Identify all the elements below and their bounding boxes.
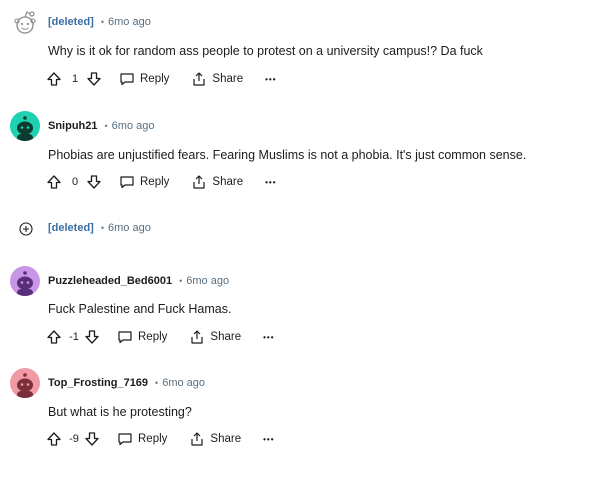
share-button[interactable]: Share bbox=[189, 329, 241, 345]
comment-author[interactable]: [deleted] bbox=[48, 16, 94, 28]
share-icon bbox=[191, 432, 204, 446]
comment-meta: [deleted] • 6mo ago bbox=[48, 222, 151, 234]
reply-button[interactable]: Reply bbox=[119, 71, 169, 87]
comment-meta: [deleted] • 6mo ago bbox=[48, 16, 151, 28]
more-options-button[interactable]: ••• bbox=[265, 75, 276, 84]
share-button[interactable]: Share bbox=[191, 174, 243, 190]
comment-author[interactable]: [deleted] bbox=[48, 222, 94, 234]
expand-thread-button[interactable] bbox=[19, 222, 33, 236]
snoo-avatar-icon bbox=[17, 271, 33, 296]
share-button[interactable]: Share bbox=[189, 431, 241, 447]
snoo-avatar-icon bbox=[17, 116, 33, 141]
reply-button[interactable]: Reply bbox=[117, 431, 167, 447]
comment-body: Why is it ok for random ass people to pr… bbox=[48, 44, 483, 58]
meta-separator: • bbox=[179, 276, 183, 286]
comment-actions: 0 Reply Share ••• bbox=[46, 172, 277, 192]
comment-body: Fuck Palestine and Fuck Hamas. bbox=[48, 302, 232, 316]
reply-bubble-icon bbox=[120, 176, 134, 189]
reply-label: Reply bbox=[140, 73, 170, 85]
meta-separator: • bbox=[155, 378, 159, 388]
vote-group: 0 bbox=[46, 174, 102, 190]
vote-group: -9 bbox=[46, 431, 100, 447]
more-options-button[interactable]: ••• bbox=[265, 178, 276, 187]
comment-actions: -9 Reply Share ••• bbox=[46, 429, 275, 449]
vote-score: -9 bbox=[69, 433, 79, 445]
vote-score: -1 bbox=[69, 331, 79, 343]
snoo-outline-icon bbox=[14, 11, 36, 34]
user-avatar[interactable] bbox=[10, 368, 40, 398]
share-icon bbox=[191, 330, 204, 344]
share-label: Share bbox=[210, 433, 242, 445]
upvote-icon[interactable] bbox=[46, 71, 62, 87]
upvote-icon[interactable] bbox=[46, 174, 62, 190]
comment-author[interactable]: Top_Frosting_7169 bbox=[48, 377, 148, 389]
vote-score: 0 bbox=[71, 176, 79, 188]
share-label: Share bbox=[210, 331, 242, 343]
reply-button[interactable]: Reply bbox=[117, 329, 167, 345]
meta-separator: • bbox=[100, 223, 104, 233]
downvote-icon[interactable] bbox=[84, 431, 100, 447]
upvote-icon[interactable] bbox=[46, 431, 62, 447]
comment-meta: Snipuh21 • 6mo ago bbox=[48, 120, 154, 132]
reply-button[interactable]: Reply bbox=[119, 174, 169, 190]
vote-score: 1 bbox=[71, 73, 79, 85]
share-label: Share bbox=[212, 176, 244, 188]
share-icon bbox=[193, 72, 206, 86]
comment-author[interactable]: Snipuh21 bbox=[48, 120, 98, 132]
comment-meta: Top_Frosting_7169 • 6mo ago bbox=[48, 377, 205, 389]
comment-timestamp[interactable]: 6mo ago bbox=[162, 377, 205, 389]
comment-author[interactable]: Puzzleheaded_Bed6001 bbox=[48, 275, 172, 287]
collapsed-comment: [deleted] • 6mo ago bbox=[0, 219, 601, 239]
meta-separator: • bbox=[104, 121, 108, 131]
upvote-icon[interactable] bbox=[46, 329, 62, 345]
more-options-button[interactable]: ••• bbox=[263, 333, 274, 342]
downvote-icon[interactable] bbox=[84, 329, 100, 345]
downvote-icon[interactable] bbox=[86, 174, 102, 190]
comment-timestamp[interactable]: 6mo ago bbox=[108, 16, 151, 28]
vote-group: -1 bbox=[46, 329, 100, 345]
share-button[interactable]: Share bbox=[191, 71, 243, 87]
comment-actions: 1 Reply Share ••• bbox=[46, 69, 277, 89]
reply-bubble-icon bbox=[118, 433, 132, 446]
reply-label: Reply bbox=[138, 331, 168, 343]
deleted-user-avatar[interactable] bbox=[10, 8, 40, 38]
comment-timestamp[interactable]: 6mo ago bbox=[186, 275, 229, 287]
reply-label: Reply bbox=[138, 433, 168, 445]
plus-circle-icon bbox=[19, 222, 33, 236]
more-options-button[interactable]: ••• bbox=[263, 435, 274, 444]
comment-timestamp[interactable]: 6mo ago bbox=[112, 120, 155, 132]
comment-body: But what is he protesting? bbox=[48, 405, 192, 419]
reply-label: Reply bbox=[140, 176, 170, 188]
share-label: Share bbox=[212, 73, 244, 85]
comment-actions: -1 Reply Share ••• bbox=[46, 327, 275, 347]
share-icon bbox=[193, 175, 206, 189]
reply-bubble-icon bbox=[118, 331, 132, 344]
comment-meta: Puzzleheaded_Bed6001 • 6mo ago bbox=[48, 275, 229, 287]
vote-group: 1 bbox=[46, 71, 102, 87]
user-avatar[interactable] bbox=[10, 266, 40, 296]
meta-separator: • bbox=[100, 17, 104, 27]
user-avatar[interactable] bbox=[10, 111, 40, 141]
snoo-avatar-icon bbox=[17, 373, 33, 398]
comment-timestamp[interactable]: 6mo ago bbox=[108, 222, 151, 234]
downvote-icon[interactable] bbox=[86, 71, 102, 87]
reply-bubble-icon bbox=[120, 73, 134, 86]
comment-body: Phobias are unjustified fears. Fearing M… bbox=[48, 148, 527, 162]
